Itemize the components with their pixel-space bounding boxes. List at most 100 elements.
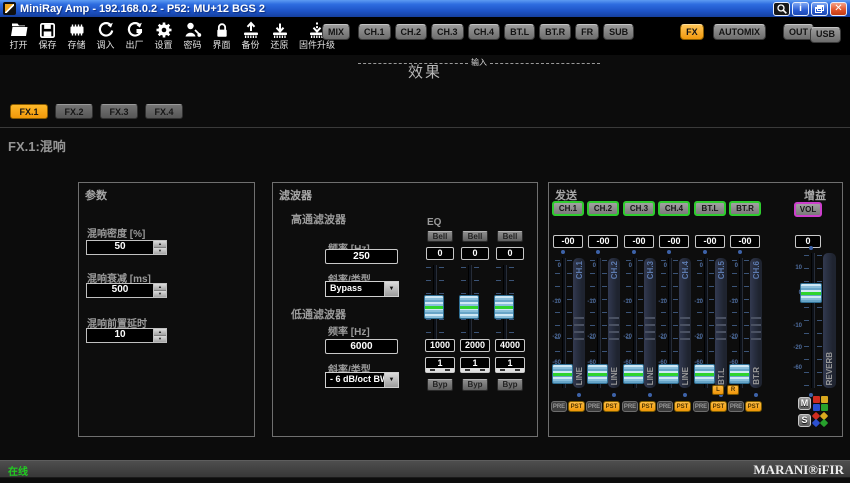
tab-fx1[interactable]: FX.1: [10, 104, 48, 119]
tab-fx4[interactable]: FX.4: [145, 104, 183, 119]
close-button[interactable]: ✕: [830, 2, 847, 16]
spin-up-icon[interactable]: ▲: [154, 329, 166, 336]
toolbar-tab-ch1[interactable]: CH.1: [358, 24, 391, 40]
send-level-value[interactable]: -00: [624, 235, 654, 248]
solo-button[interactable]: S: [798, 414, 811, 427]
fader-handle[interactable]: [623, 364, 644, 384]
pre-button[interactable]: PRE: [693, 401, 709, 412]
toolbar-tab-btr[interactable]: BT.R: [539, 24, 571, 40]
fader-handle[interactable]: [552, 364, 573, 384]
reverb-decay-input[interactable]: 500 ▲▼: [86, 283, 167, 298]
post-button[interactable]: PST: [568, 401, 585, 412]
bt-right-button[interactable]: R: [727, 385, 739, 395]
tool-settings[interactable]: 设置: [149, 18, 178, 51]
mute-button[interactable]: M: [798, 397, 811, 410]
spin-down-icon[interactable]: ▼: [154, 248, 166, 254]
info-button[interactable]: i: [792, 2, 809, 16]
restore-window-button[interactable]: [811, 2, 828, 16]
pre-button[interactable]: PRE: [622, 401, 638, 412]
tool-store[interactable]: 存储: [62, 18, 91, 51]
toolbar-tab-ch4[interactable]: CH.4: [468, 24, 501, 40]
send-enable-button[interactable]: CH.3: [623, 201, 655, 216]
fader-handle[interactable]: [587, 364, 608, 384]
send-level-value[interactable]: -00: [553, 235, 583, 248]
gain-value[interactable]: 0: [795, 235, 821, 248]
post-button[interactable]: PST: [674, 401, 691, 412]
eq-bypass-button[interactable]: Byp: [427, 379, 453, 391]
spin-down-icon[interactable]: ▼: [154, 336, 166, 342]
tool-open[interactable]: 打开: [4, 18, 33, 51]
magnifier-icon[interactable]: [773, 2, 790, 16]
toolbar-tab-sub[interactable]: SUB: [603, 24, 634, 40]
send-level-value[interactable]: -00: [730, 235, 760, 248]
eq-freq-value[interactable]: 1000: [425, 339, 455, 352]
send-level-value[interactable]: -00: [588, 235, 618, 248]
tool-interface[interactable]: 界面: [207, 18, 236, 51]
eq-shape-button[interactable]: Bell: [497, 231, 523, 242]
eq-q-control[interactable]: 1: [460, 357, 490, 373]
pre-button[interactable]: PRE: [551, 401, 567, 412]
eq-slider-handle[interactable]: [424, 295, 444, 319]
toolbar-tab-mix[interactable]: MIX: [322, 24, 350, 40]
chevron-down-icon[interactable]: ▼: [384, 282, 398, 296]
eq-q-control[interactable]: 1: [425, 357, 455, 373]
eq-bypass-button[interactable]: Byp: [462, 379, 488, 391]
send-enable-button[interactable]: BT.L: [694, 201, 726, 216]
fader-handle[interactable]: [658, 364, 679, 384]
post-button[interactable]: PST: [710, 401, 727, 412]
eq-q-spinner[interactable]: [496, 368, 524, 372]
toolbar-tab-automix[interactable]: AUTOMIX: [713, 24, 766, 40]
spinner[interactable]: ▲▼: [153, 329, 166, 342]
chevron-down-icon[interactable]: ▼: [384, 373, 398, 387]
tool-save[interactable]: 保存: [33, 18, 62, 51]
eq-q-spinner[interactable]: [426, 368, 454, 372]
gain-fader-handle[interactable]: [800, 283, 822, 303]
eq-gain-value[interactable]: 0: [461, 247, 489, 260]
eq-freq-value[interactable]: 4000: [495, 339, 525, 352]
send-enable-button[interactable]: CH.4: [658, 201, 690, 216]
fader-handle[interactable]: [694, 364, 715, 384]
eq-freq-value[interactable]: 2000: [460, 339, 490, 352]
pre-button[interactable]: PRE: [586, 401, 602, 412]
tool-password[interactable]: 密码: [178, 18, 207, 51]
eq-slider-handle[interactable]: [494, 295, 514, 319]
pre-button[interactable]: PRE: [657, 401, 673, 412]
tool-recall[interactable]: 调入: [91, 18, 120, 51]
eq-gain-value[interactable]: 0: [426, 247, 454, 260]
tool-restore[interactable]: 还原: [265, 18, 294, 51]
hpf-freq-value[interactable]: 250: [325, 249, 398, 264]
post-button[interactable]: PST: [603, 401, 620, 412]
eq-shape-button[interactable]: Bell: [462, 231, 488, 242]
lpf-freq-value[interactable]: 6000: [325, 339, 398, 354]
send-enable-button[interactable]: CH.1: [552, 201, 584, 216]
tool-backup[interactable]: 备份: [236, 18, 265, 51]
eq-shape-button[interactable]: Bell: [427, 231, 453, 242]
vol-button[interactable]: VOL: [794, 202, 822, 217]
lpf-slope-dropdown[interactable]: - 6 dB/oct BW ▼: [325, 372, 399, 388]
send-enable-button[interactable]: CH.2: [587, 201, 619, 216]
toolbar-tab-ch2[interactable]: CH.2: [395, 24, 428, 40]
pre-button[interactable]: PRE: [728, 401, 744, 412]
eq-slider-handle[interactable]: [459, 295, 479, 319]
toolbar-tab-btl[interactable]: BT.L: [504, 24, 535, 40]
bt-left-button[interactable]: L: [712, 385, 724, 395]
spin-down-icon[interactable]: ▼: [154, 291, 166, 297]
toolbar-tab-fr[interactable]: FR: [575, 24, 599, 40]
eq-gain-value[interactable]: 0: [496, 247, 524, 260]
reverb-density-input[interactable]: 50 ▲▼: [86, 240, 167, 255]
tool-factory[interactable]: 出厂: [120, 18, 149, 51]
toolbar-tab-ch3[interactable]: CH.3: [431, 24, 464, 40]
hpf-slope-dropdown[interactable]: Bypass ▼: [325, 281, 399, 297]
spin-up-icon[interactable]: ▲: [154, 284, 166, 291]
eq-bypass-button[interactable]: Byp: [497, 379, 523, 391]
fader-handle[interactable]: [729, 364, 750, 384]
send-level-value[interactable]: -00: [695, 235, 725, 248]
tab-fx2[interactable]: FX.2: [55, 104, 93, 119]
usb-button[interactable]: USB: [810, 27, 841, 43]
post-button[interactable]: PST: [639, 401, 656, 412]
spinner[interactable]: ▲▼: [153, 241, 166, 254]
tab-fx3[interactable]: FX.3: [100, 104, 138, 119]
send-level-value[interactable]: -00: [659, 235, 689, 248]
spinner[interactable]: ▲▼: [153, 284, 166, 297]
spin-up-icon[interactable]: ▲: [154, 241, 166, 248]
